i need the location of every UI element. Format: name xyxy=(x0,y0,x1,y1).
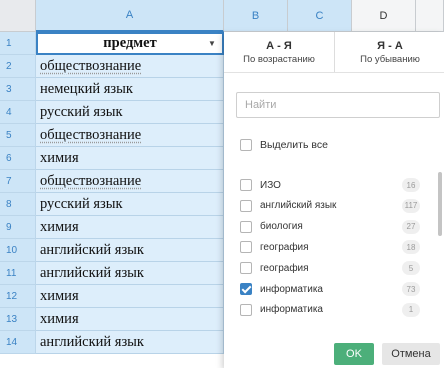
row-header[interactable]: 1 xyxy=(0,32,36,55)
column-header-a[interactable]: A xyxy=(36,0,224,32)
filter-item-label: география xyxy=(260,241,309,253)
search-input[interactable] xyxy=(236,92,440,118)
filter-item[interactable]: информатика 1 xyxy=(240,302,420,318)
table-cell[interactable]: обществознание xyxy=(36,170,224,193)
table-cell[interactable]: обществознание xyxy=(36,124,224,147)
sort-ascending-button[interactable]: А - Я По возрастанию xyxy=(224,32,334,72)
row-header[interactable]: 10 xyxy=(0,239,36,262)
count-badge: 5 xyxy=(402,261,420,276)
row-header[interactable]: 5 xyxy=(0,124,36,147)
row-header[interactable]: 3 xyxy=(0,78,36,101)
cell-text: английский язык xyxy=(40,265,144,281)
filter-item-checkbox[interactable] xyxy=(240,303,252,316)
filter-item-checkbox[interactable] xyxy=(240,241,252,254)
table-cell[interactable]: русский язык xyxy=(36,193,224,216)
filter-item[interactable]: английский язык 117 xyxy=(240,198,420,214)
select-all-checkbox-row[interactable]: Выделить все xyxy=(240,139,328,151)
select-all-corner[interactable] xyxy=(0,0,36,32)
column-header-c[interactable]: C xyxy=(288,0,352,32)
filter-item[interactable]: ИЗО 16 xyxy=(240,177,420,193)
select-all-label: Выделить все xyxy=(260,139,328,151)
count-badge: 16 xyxy=(402,178,420,192)
row-header[interactable]: 4 xyxy=(0,101,36,124)
cell-text: обществознание xyxy=(40,127,142,143)
table-cell[interactable]: химия xyxy=(36,285,224,308)
row-header[interactable]: 13 xyxy=(0,308,36,331)
header-cell[interactable]: предмет xyxy=(36,32,224,55)
column-header-d[interactable]: D xyxy=(352,0,416,32)
sort-descending-button[interactable]: Я - А По убыванию xyxy=(334,32,444,72)
sort-asc-title: А - Я xyxy=(266,39,292,52)
filter-item-label: информатика xyxy=(260,283,323,295)
filter-item-checkbox[interactable] xyxy=(240,199,252,212)
count-badge: 117 xyxy=(402,198,420,213)
count-badge: 73 xyxy=(402,282,420,296)
cell-text: обществознание xyxy=(40,58,142,74)
row-header[interactable]: 14 xyxy=(0,331,36,354)
cell-text: обществознание xyxy=(40,173,142,189)
sort-desc-subtitle: По убыванию xyxy=(360,53,420,65)
cancel-button[interactable]: Отмена xyxy=(382,343,440,365)
filter-item-label: ИЗО xyxy=(260,179,281,191)
cell-text: русский язык xyxy=(40,104,123,120)
cell-text: химия xyxy=(40,150,79,166)
cell-text: английский язык xyxy=(40,242,144,258)
filter-item-checkbox[interactable] xyxy=(240,179,252,191)
table-cell[interactable]: русский язык xyxy=(36,101,224,124)
table-cell[interactable]: немецкий язык xyxy=(36,78,224,101)
table-cell[interactable]: химия xyxy=(36,308,224,331)
filter-dropdown-button[interactable]: ▼ xyxy=(204,36,220,50)
divider xyxy=(224,72,444,73)
sort-asc-subtitle: По возрастанию xyxy=(243,53,315,65)
filter-item-checkbox[interactable] xyxy=(240,220,252,233)
table-cell[interactable]: химия xyxy=(36,147,224,170)
filter-item[interactable]: биология 27 xyxy=(240,219,420,235)
row-header[interactable]: 11 xyxy=(0,262,36,285)
cell-text: химия xyxy=(40,288,79,304)
filter-item-label: английский язык xyxy=(260,200,337,212)
table-cell[interactable]: обществознание xyxy=(36,55,224,78)
row-header[interactable]: 7 xyxy=(0,170,36,193)
column-header-e[interactable] xyxy=(416,0,444,32)
table-cell[interactable]: английский язык xyxy=(36,262,224,285)
cell-text: немецкий язык xyxy=(40,81,133,97)
table-cell[interactable]: английский язык xyxy=(36,331,224,354)
filter-panel: А - Я По возрастанию Я - А По убыванию В… xyxy=(224,32,444,368)
filter-item[interactable]: информатика 73 xyxy=(240,281,420,297)
row-header[interactable]: 12 xyxy=(0,285,36,308)
column-header-b[interactable]: B xyxy=(224,0,288,32)
filter-item[interactable]: география 5 xyxy=(240,260,420,276)
select-all-checkbox[interactable] xyxy=(240,139,252,151)
table-cell[interactable]: английский язык xyxy=(36,239,224,262)
count-badge: 27 xyxy=(402,219,420,234)
ok-button[interactable]: OK xyxy=(334,343,374,365)
count-badge: 18 xyxy=(402,240,420,255)
row-header[interactable]: 2 xyxy=(0,55,36,78)
count-badge: 1 xyxy=(402,302,420,317)
row-header[interactable]: 6 xyxy=(0,147,36,170)
sort-desc-title: Я - А xyxy=(377,39,403,52)
filter-item[interactable]: география 18 xyxy=(240,239,420,255)
filter-item-label: география xyxy=(260,262,309,274)
filter-item-label: информатика xyxy=(260,304,323,316)
filter-item-checkbox[interactable] xyxy=(240,283,252,295)
cell-text: химия xyxy=(40,219,79,235)
row-header[interactable]: 9 xyxy=(0,216,36,239)
row-header[interactable]: 8 xyxy=(0,193,36,216)
filter-item-label: биология xyxy=(260,221,303,233)
scrollbar[interactable] xyxy=(438,172,442,236)
filter-item-checkbox[interactable] xyxy=(240,262,252,275)
cell-text: английский язык xyxy=(40,334,144,350)
table-cell[interactable]: химия xyxy=(36,216,224,239)
cell-text: русский язык xyxy=(40,196,123,212)
cell-text: химия xyxy=(40,311,79,327)
